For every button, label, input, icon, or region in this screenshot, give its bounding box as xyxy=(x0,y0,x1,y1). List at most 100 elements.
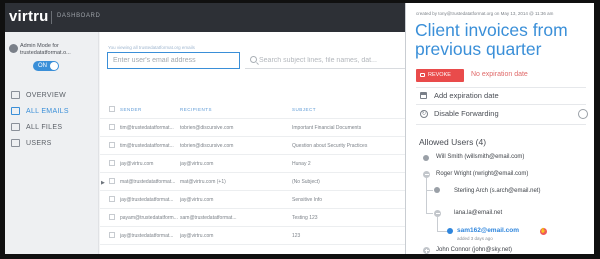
disable-forwarding-option[interactable]: ↻ Disable Forwarding xyxy=(420,109,499,118)
row-sender: jay@trustedatatformat... xyxy=(120,197,174,203)
row-subject: Question about Security Practices xyxy=(292,143,368,149)
expiration-status: No expiration date xyxy=(471,71,528,78)
row-sender: tim@trustedatatformat... xyxy=(120,125,174,131)
user-status-icon xyxy=(434,187,440,193)
sidebar-item-all-emails[interactable]: ALL EMAILS xyxy=(9,103,97,119)
row-recipients: jay@virtru.com xyxy=(180,233,214,239)
screenshot-frame: virtru DASHBOARD Admin Mode for trusteda… xyxy=(0,0,600,259)
search-icon xyxy=(250,56,257,63)
email-detail-panel: created by tony@trustedatatformat.org on… xyxy=(405,3,594,254)
row-sender: jay@trustedatatformat... xyxy=(120,233,174,239)
divider xyxy=(416,124,586,125)
row-checkbox[interactable] xyxy=(109,124,115,130)
row-recipients: jay@virtru.com xyxy=(180,161,214,167)
table-row[interactable]: tim@trustedatatformat... tobrien@discurs… xyxy=(100,137,405,155)
sidebar-item-overview[interactable]: OVERVIEW xyxy=(9,87,97,103)
table-row[interactable]: jay@trustedatatformat... jay@virtru.com … xyxy=(100,227,405,245)
toggle-label: ON xyxy=(38,63,47,69)
top-bar: virtru DASHBOARD xyxy=(5,3,405,32)
allowed-users-heading: Allowed Users (4) xyxy=(419,137,487,147)
logo-divider xyxy=(51,11,52,24)
file-icon xyxy=(11,123,20,131)
table-row[interactable]: ▶ mat@trustedatatformat... mat@virtru.co… xyxy=(100,173,405,191)
allowed-user[interactable]: Sterling Arch (s.arch@email.net) xyxy=(454,188,540,194)
calendar-icon xyxy=(420,92,427,99)
toggle-knob xyxy=(50,62,58,70)
user-status-icon xyxy=(447,228,453,234)
table-row[interactable]: jay@trustedatatformat... jay@virtru.com … xyxy=(100,191,405,209)
row-subject: Testing 123 xyxy=(292,215,318,221)
unread-indicator-icon: ▶ xyxy=(101,180,105,186)
overview-icon xyxy=(11,91,20,99)
divider xyxy=(416,87,586,88)
admin-avatar-icon xyxy=(9,44,18,53)
section-title: DASHBOARD xyxy=(57,13,101,19)
row-subject: Sensitive Info xyxy=(292,197,323,203)
user-email-input[interactable] xyxy=(107,52,240,69)
table-row[interactable]: jay@virtru.com jay@virtru.com Hunay 2 xyxy=(100,155,405,173)
row-checkbox[interactable] xyxy=(109,232,115,238)
users-icon xyxy=(11,139,20,147)
forward-icon: ↻ xyxy=(420,109,428,118)
add-expiration-option[interactable]: Add expiration date xyxy=(420,91,499,100)
revoke-label: REVOKE xyxy=(428,72,451,78)
allowed-user-highlighted[interactable]: sam162@email.com xyxy=(457,227,519,234)
sidebar-item-users[interactable]: USERS xyxy=(9,135,97,151)
row-checkbox[interactable] xyxy=(109,178,115,184)
tree-connector xyxy=(426,213,433,214)
row-sender: payam@trustedatatform... xyxy=(120,215,178,221)
user-status-icon xyxy=(423,155,429,161)
admin-mode-toggle[interactable]: ON xyxy=(33,61,59,71)
column-header-subject[interactable]: SUBJECT xyxy=(292,107,402,112)
select-all-checkbox[interactable] xyxy=(109,106,115,112)
created-by-text: created by tony@trustedatatformat.org on… xyxy=(416,11,554,16)
add-expiration-label: Add expiration date xyxy=(434,91,499,100)
row-checkbox[interactable] xyxy=(109,196,115,202)
allowed-user[interactable]: Roger Wright (rwright@email.com) xyxy=(436,171,528,177)
row-recipients: jay@virtru.com xyxy=(180,197,214,203)
revoke-icon xyxy=(420,72,425,77)
row-recipients: mat@virtru.com (+1) xyxy=(180,179,226,185)
row-subject: Important Financial Documents xyxy=(292,125,362,131)
row-checkbox[interactable] xyxy=(109,142,115,148)
viewing-label: You viewing all trustedatatformat.org em… xyxy=(108,45,195,50)
collapse-icon[interactable] xyxy=(423,171,430,178)
email-title: Client invoices from previous quarter xyxy=(415,20,568,59)
row-subject: Hunay 2 xyxy=(292,161,311,167)
row-checkbox[interactable] xyxy=(109,160,115,166)
sidebar-item-all-files[interactable]: ALL FILES xyxy=(9,119,97,135)
sidebar-item-label: ALL FILES xyxy=(26,123,63,131)
allowed-user[interactable]: Will Smith (willsmith@email.com) xyxy=(436,154,524,160)
app-window: virtru DASHBOARD Admin Mode for trusteda… xyxy=(5,3,594,254)
disable-forwarding-radio[interactable] xyxy=(578,109,588,119)
tree-connector xyxy=(426,190,427,213)
sidebar-item-label: USERS xyxy=(26,139,52,147)
email-list-area: You viewing all trustedatatformat.org em… xyxy=(100,32,405,254)
sidebar-item-label: ALL EMAILS xyxy=(26,107,69,115)
table-row[interactable]: payam@trustedatatform... sam@trustedatat… xyxy=(100,209,405,227)
collapse-icon[interactable] xyxy=(434,210,441,217)
table-header: SENDER RECIPIENTS SUBJECT xyxy=(100,101,405,119)
row-sender: tim@trustedatatformat... xyxy=(120,143,174,149)
row-recipients: tobrien@discursive.com xyxy=(180,143,234,149)
email-table: SENDER RECIPIENTS SUBJECT tim@trustedata… xyxy=(100,101,405,245)
row-checkbox[interactable] xyxy=(109,214,115,220)
allowed-user[interactable]: lana.la@email.net xyxy=(454,210,502,216)
allowed-user[interactable]: John Connor (john@sky.net) xyxy=(436,247,512,253)
tree-connector xyxy=(437,217,438,231)
row-sender: jay@virtru.com xyxy=(120,161,154,167)
expand-icon[interactable] xyxy=(423,247,430,254)
added-date: added 3 days ago xyxy=(457,236,493,241)
column-header-sender[interactable]: SENDER xyxy=(120,107,178,112)
column-header-recipients[interactable]: RECIPIENTS xyxy=(180,107,290,112)
admin-mode-label: Admin Mode for trustedatatformat.o... xyxy=(20,43,71,56)
row-subject: (No Subject) xyxy=(292,179,320,185)
mail-icon xyxy=(11,107,20,115)
tree-connector xyxy=(426,178,427,190)
revoke-button[interactable]: REVOKE xyxy=(416,69,464,82)
virtru-logo[interactable]: virtru xyxy=(9,8,49,25)
search-input[interactable] xyxy=(245,52,405,69)
revoke-user-hand-icon[interactable]: ✋ xyxy=(540,228,547,235)
table-row[interactable]: tim@trustedatatformat... tobrien@discurs… xyxy=(100,119,405,137)
sidebar-nav: OVERVIEW ALL EMAILS ALL FILES USERS xyxy=(9,87,97,151)
